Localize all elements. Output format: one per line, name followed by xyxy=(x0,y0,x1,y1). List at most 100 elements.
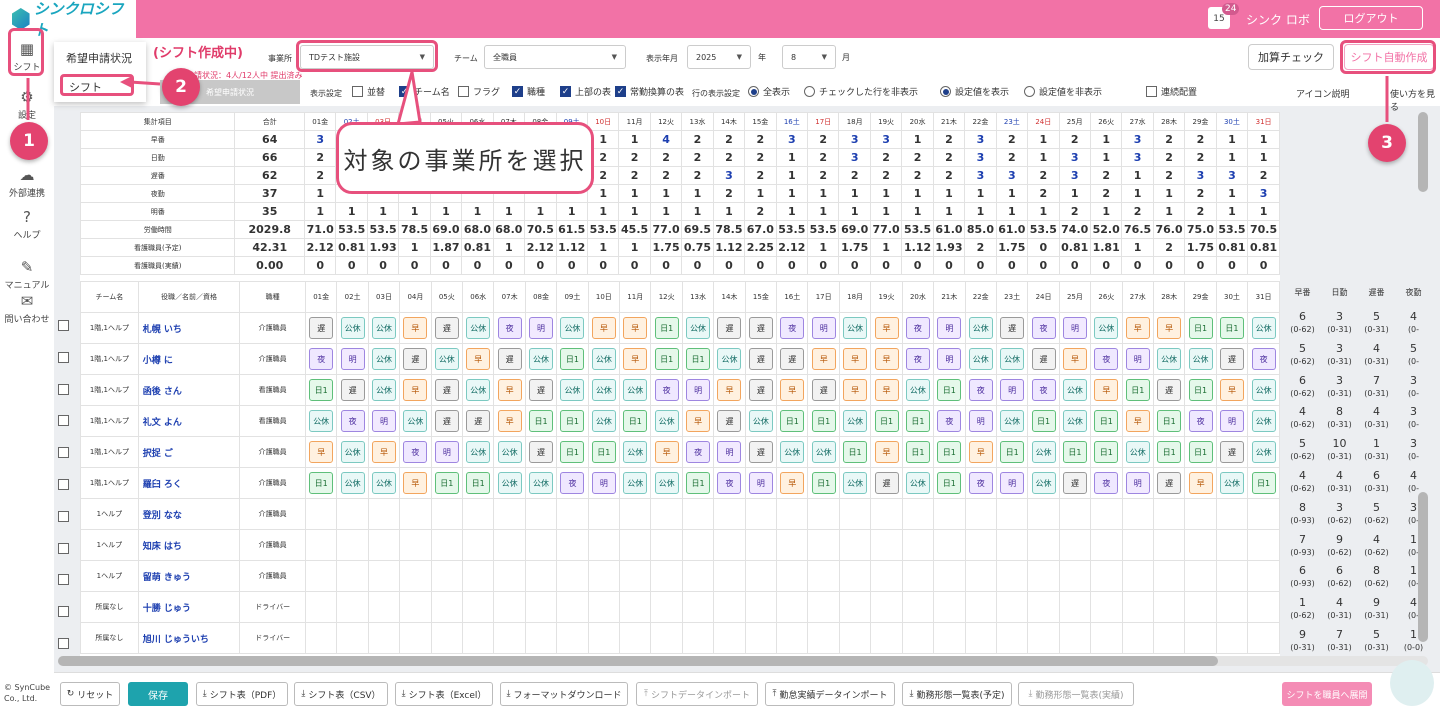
shift-cell[interactable] xyxy=(619,560,652,592)
sidebar-item-1[interactable]: ⚙ 設定 xyxy=(0,88,54,121)
shift-cell[interactable]: 早 xyxy=(650,436,683,468)
shift-cell[interactable]: 公休 xyxy=(367,343,401,375)
row-checkbox[interactable] xyxy=(58,638,69,649)
shift-cell[interactable]: 公休 xyxy=(713,343,746,375)
shift-cell[interactable]: 遅 xyxy=(744,374,778,406)
shift-cell[interactable]: 日1 xyxy=(587,436,621,468)
shift-cell[interactable]: 公休 xyxy=(776,436,809,468)
shift-cell[interactable] xyxy=(1121,498,1154,530)
shift-cell[interactable] xyxy=(713,529,746,561)
shift-cell[interactable] xyxy=(933,529,966,561)
shift-cell[interactable]: 明 xyxy=(1121,343,1154,375)
display-checkbox-0[interactable]: 並替 xyxy=(352,85,385,98)
shift-cell[interactable] xyxy=(462,498,495,530)
shift-cell[interactable]: 公休 xyxy=(367,312,401,344)
shift-cell[interactable]: 遅 xyxy=(870,467,903,499)
shift-cell[interactable] xyxy=(870,591,903,623)
shift-cell[interactable] xyxy=(1058,498,1092,530)
shift-cell[interactable]: 日1 xyxy=(304,374,338,406)
shift-cell[interactable]: 早 xyxy=(399,467,432,499)
shift-cell[interactable] xyxy=(430,560,464,592)
shift-cell[interactable]: 夜 xyxy=(304,343,338,375)
shift-cell[interactable]: 夜 xyxy=(713,467,746,499)
shift-cell[interactable] xyxy=(587,529,621,561)
shift-cell[interactable] xyxy=(399,498,432,530)
shift-import-button[interactable]: ⤒ シフトデータインポート xyxy=(636,682,758,706)
shift-cell[interactable] xyxy=(744,560,778,592)
radio-hide-checked[interactable]: チェックした行を非表示 xyxy=(804,85,918,98)
shift-cell[interactable] xyxy=(901,591,935,623)
robot-assistant-icon[interactable] xyxy=(1390,660,1434,706)
shift-cell[interactable]: 早 xyxy=(1058,343,1092,375)
shift-cell[interactable]: 日1 xyxy=(838,436,872,468)
shift-cell[interactable]: 公休 xyxy=(807,436,840,468)
year-select[interactable]: 2025 ▼ xyxy=(687,45,751,69)
shift-cell[interactable] xyxy=(964,622,997,654)
reset-button[interactable]: ↻ リセット xyxy=(60,682,120,706)
shift-cell[interactable]: 日1 xyxy=(1184,312,1217,344)
shift-cell[interactable]: 日1 xyxy=(776,405,809,437)
shift-cell[interactable]: 公休 xyxy=(524,343,558,375)
shift-cell[interactable]: 公休 xyxy=(587,405,621,437)
shift-cell[interactable]: 遅 xyxy=(744,436,778,468)
shift-cell[interactable]: 夜 xyxy=(964,374,997,406)
shift-cell[interactable] xyxy=(587,498,621,530)
shift-cell[interactable]: 早 xyxy=(462,343,495,375)
shift-cell[interactable] xyxy=(776,560,809,592)
sidebar-item-2[interactable]: ☁ 外部連携 xyxy=(0,166,54,199)
shift-cell[interactable] xyxy=(462,529,495,561)
shift-cell[interactable] xyxy=(1184,498,1217,530)
shift-cell[interactable]: 公休 xyxy=(1247,436,1280,468)
row-checkbox[interactable] xyxy=(58,606,69,618)
shift-cell[interactable] xyxy=(744,498,778,530)
shift-cell[interactable] xyxy=(430,591,464,623)
shift-cell[interactable]: 夜 xyxy=(1027,312,1060,344)
shift-cell[interactable] xyxy=(524,529,558,561)
shift-cell[interactable]: 早 xyxy=(367,436,401,468)
shift-cell[interactable]: 日1 xyxy=(995,436,1029,468)
shift-cell[interactable]: 早 xyxy=(838,374,872,406)
shift-cell[interactable] xyxy=(995,498,1029,530)
shift-cell[interactable] xyxy=(430,498,464,530)
menu-item-shift[interactable]: シフト xyxy=(60,74,134,96)
shift-cell[interactable]: 早 xyxy=(964,436,997,468)
shift-cell[interactable] xyxy=(1027,529,1060,561)
shift-cell[interactable] xyxy=(556,591,589,623)
display-checkbox-5[interactable]: ✓ 常勤換算の表 xyxy=(615,85,684,98)
shift-cell[interactable]: 早 xyxy=(1184,467,1217,499)
row-checkbox[interactable] xyxy=(58,383,69,395)
shift-cell[interactable] xyxy=(587,622,621,654)
shift-cell[interactable] xyxy=(336,622,369,654)
shift-cell[interactable]: 早 xyxy=(807,343,840,375)
shift-cell[interactable]: 日1 xyxy=(1090,436,1123,468)
logout-button[interactable]: ログアウト xyxy=(1319,6,1423,30)
shift-cell[interactable]: 遅 xyxy=(1215,436,1249,468)
shift-cell[interactable] xyxy=(1027,622,1060,654)
shift-cell[interactable]: 早 xyxy=(1121,312,1154,344)
team-select[interactable]: 全職員 ▼ xyxy=(484,45,626,69)
shift-cell[interactable] xyxy=(430,529,464,561)
shift-cell[interactable]: 夜 xyxy=(1247,343,1280,375)
shift-cell[interactable] xyxy=(870,498,903,530)
shift-cell[interactable] xyxy=(1090,591,1123,623)
shift-cell[interactable] xyxy=(1184,560,1217,592)
shift-cell[interactable] xyxy=(995,529,1029,561)
shift-cell[interactable]: 公休 xyxy=(462,436,495,468)
shift-cell[interactable]: 公休 xyxy=(367,374,401,406)
shift-cell[interactable] xyxy=(681,498,715,530)
shift-cell[interactable] xyxy=(1184,529,1217,561)
shift-cell[interactable] xyxy=(1027,498,1060,530)
shift-cell[interactable]: 早 xyxy=(587,312,621,344)
shift-cell[interactable] xyxy=(713,591,746,623)
shift-cell[interactable]: 遅 xyxy=(304,312,338,344)
shift-cell[interactable] xyxy=(1184,622,1217,654)
shift-cell[interactable] xyxy=(964,560,997,592)
shift-cell[interactable] xyxy=(995,560,1029,592)
shift-cell[interactable] xyxy=(367,622,401,654)
shift-cell[interactable] xyxy=(1215,560,1249,592)
month-select[interactable]: 8 ▼ xyxy=(782,45,836,69)
shift-cell[interactable]: 公休 xyxy=(650,467,683,499)
shift-cell[interactable]: 日1 xyxy=(1152,405,1186,437)
shift-cell[interactable]: 公休 xyxy=(1090,312,1123,344)
shift-cell[interactable]: 早 xyxy=(681,405,715,437)
